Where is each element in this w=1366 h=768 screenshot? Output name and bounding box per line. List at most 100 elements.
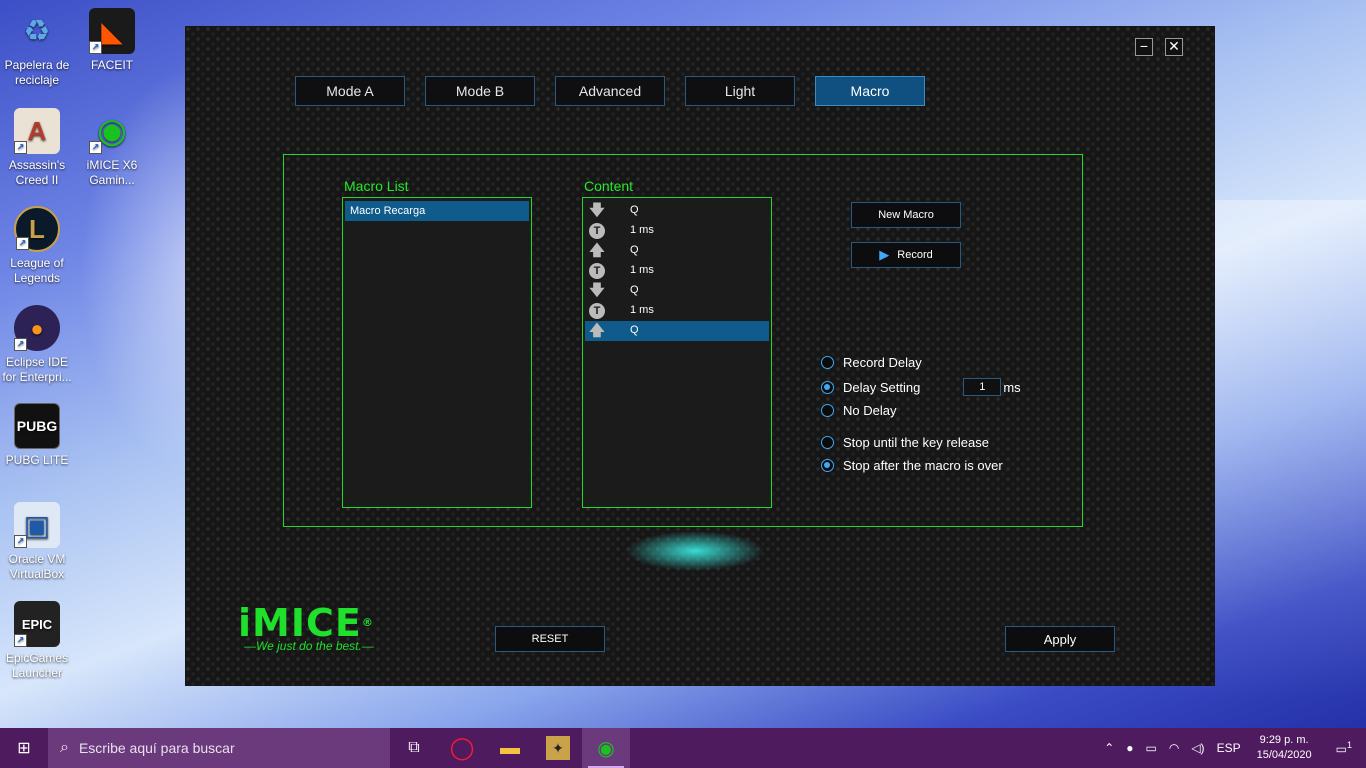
record-delay-option[interactable]: Record Delay xyxy=(821,355,922,370)
content-value: Q xyxy=(630,244,639,256)
timer-icon: T xyxy=(589,223,605,239)
content-row[interactable]: 🡇 Q xyxy=(585,281,769,301)
search-icon: ⌕ xyxy=(60,739,69,756)
delay-value-input[interactable]: 1 xyxy=(963,378,1002,396)
notification-icon[interactable]: ▭1 xyxy=(1336,740,1352,756)
play-icon: ▶ xyxy=(879,247,890,262)
recycle-bin-icon: ♻ xyxy=(23,14,51,48)
shortcut-arrow-icon: ↗ xyxy=(14,338,27,351)
desktop-icon-label: Eclipse IDE for Enterpri... xyxy=(2,355,72,384)
content-list[interactable]: 🡇 Q T 1 ms 🡅 Q T 1 ms 🡇 Q T 1 ms 🡅 Q xyxy=(582,197,772,508)
pubg-lite-icon: PUBG xyxy=(14,403,60,449)
no-delay-option[interactable]: No Delay xyxy=(821,403,896,418)
windows-icon: ⊞ xyxy=(17,740,31,757)
taskbar-app-opera[interactable]: ◯ xyxy=(438,728,486,768)
tab-macro[interactable]: Macro xyxy=(815,76,925,106)
content-value: 1 ms xyxy=(630,304,654,316)
arrow-up-icon: 🡅 xyxy=(589,322,605,339)
radio-label: Stop until the key release xyxy=(843,435,989,450)
desktop-icon-label: Oracle VM VirtualBox xyxy=(8,552,66,581)
language-indicator[interactable]: ESP xyxy=(1217,741,1241,755)
desktop-icon-virtualbox[interactable]: ▣ ↗ Oracle VM VirtualBox xyxy=(0,502,74,582)
stop-after-macro-option[interactable]: Stop after the macro is over xyxy=(821,458,1003,473)
content-value: Q xyxy=(630,324,639,336)
epic-games-icon: EPIC ↗ xyxy=(14,601,60,647)
minimize-button[interactable]: − xyxy=(1135,38,1153,56)
desktop-icon-label: iMICE X6 Gamin... xyxy=(86,158,138,187)
folder-icon: ▬ xyxy=(500,736,520,759)
desktop-icon-pubg-lite[interactable]: PUBG PUBG LITE xyxy=(0,403,74,468)
radio-delay-setting[interactable] xyxy=(821,380,834,394)
radio-stop-key-release[interactable] xyxy=(821,436,834,449)
content-value: Q xyxy=(630,284,639,296)
battery-icon[interactable]: ▭ xyxy=(1146,741,1157,755)
content-row[interactable]: T 1 ms xyxy=(585,261,769,281)
tab-mode-b[interactable]: Mode B xyxy=(425,76,535,106)
desktop-icon-label: FACEIT xyxy=(90,58,133,72)
microphone-icon[interactable]: ● xyxy=(1126,741,1133,755)
list-item[interactable]: Macro Recarga xyxy=(345,201,529,221)
imice-logo: iMICE® —We just do the best.— xyxy=(238,603,374,653)
macro-list[interactable]: Macro Recarga xyxy=(342,197,532,508)
chevron-up-icon[interactable]: ⌃ xyxy=(1104,741,1114,755)
apply-button[interactable]: Apply xyxy=(1005,626,1115,652)
faceit-icon: ◣ ↗ xyxy=(89,8,135,54)
shortcut-arrow-icon: ↗ xyxy=(14,141,27,154)
radio-no-delay[interactable] xyxy=(821,404,834,417)
logo-registered: ® xyxy=(361,616,374,629)
timer-icon: T xyxy=(589,263,605,279)
taskbar-app-counter-strike[interactable]: ✦ xyxy=(534,728,582,768)
content-row-selected[interactable]: 🡅 Q xyxy=(585,321,769,341)
radio-label: Stop after the macro is over xyxy=(843,458,1003,473)
imice-icon: ◉ ↗ xyxy=(89,108,135,154)
eclipse-icon: ● ↗ xyxy=(14,305,60,351)
tab-mode-a[interactable]: Mode A xyxy=(295,76,405,106)
reset-button[interactable]: RESET xyxy=(495,626,605,652)
task-view-icon: ⧉ xyxy=(408,739,420,756)
desktop-icon-eclipse[interactable]: ● ↗ Eclipse IDE for Enterpri... xyxy=(0,305,74,385)
task-view-button[interactable]: ⧉ xyxy=(390,728,438,768)
delay-unit-label: ms xyxy=(1003,379,1021,395)
record-button-label: Record xyxy=(897,249,933,261)
radio-label: Record Delay xyxy=(843,355,922,370)
desktop-icon-assassins-creed[interactable]: A ↗ Assassin's Creed II xyxy=(0,108,74,188)
opera-icon: ◯ xyxy=(449,735,475,760)
content-row[interactable]: 🡅 Q xyxy=(585,241,769,261)
content-value: 1 ms xyxy=(630,264,654,276)
close-button[interactable]: ✕ xyxy=(1165,38,1183,56)
clock[interactable]: 9:29 p. m. 15/04/2020 xyxy=(1257,733,1312,763)
macro-list-title: Macro List xyxy=(344,178,409,194)
stop-key-release-option[interactable]: Stop until the key release xyxy=(821,435,989,450)
wifi-icon[interactable]: ◠ xyxy=(1169,741,1179,755)
delay-setting-option[interactable]: Delay Setting 1 ms xyxy=(821,378,1021,396)
desktop-icon-epic-games[interactable]: EPIC ↗ EpicGames Launcher xyxy=(0,601,74,681)
taskbar-app-imice[interactable]: ◉ xyxy=(582,728,630,768)
content-row[interactable]: 🡇 Q xyxy=(585,201,769,221)
tab-light[interactable]: Light xyxy=(685,76,795,106)
record-button[interactable]: ▶ Record xyxy=(851,242,961,268)
shortcut-arrow-icon: ↗ xyxy=(89,141,102,154)
start-button[interactable]: ⊞ xyxy=(0,728,48,768)
desktop-icon-recycle-bin[interactable]: ♻ Papelera de reciclaje xyxy=(0,8,74,88)
notification-count: 1 xyxy=(1346,740,1352,750)
imice-icon: ◉ xyxy=(597,737,615,760)
desktop-icon-faceit[interactable]: ◣ ↗ FACEIT xyxy=(75,8,149,73)
search-box[interactable]: ⌕ Escribe aquí para buscar xyxy=(48,728,390,768)
tab-advanced[interactable]: Advanced xyxy=(555,76,665,106)
radio-record-delay[interactable] xyxy=(821,356,834,369)
desktop-icon-label: League of Legends xyxy=(10,256,64,285)
new-macro-button[interactable]: New Macro xyxy=(851,202,961,228)
taskbar: ⊞ ⌕ Escribe aquí para buscar ⧉ ◯ ▬ ✦ ◉ ⌃… xyxy=(0,728,1366,768)
desktop-icon-league-of-legends[interactable]: L ↗ League of Legends xyxy=(0,206,74,286)
volume-icon[interactable]: ◁) xyxy=(1191,741,1204,755)
logo-tagline: —We just do the best.— xyxy=(244,639,374,653)
content-row[interactable]: T 1 ms xyxy=(585,221,769,241)
content-row[interactable]: T 1 ms xyxy=(585,301,769,321)
clock-time: 9:29 p. m. xyxy=(1259,734,1309,746)
imice-app-window: − ✕ Mode A Mode B Advanced Light Macro M… xyxy=(185,26,1215,686)
radio-stop-after-macro[interactable] xyxy=(821,459,834,472)
content-value: 1 ms xyxy=(630,224,654,236)
radio-label: No Delay xyxy=(843,403,897,418)
taskbar-app-file-explorer[interactable]: ▬ xyxy=(486,728,534,768)
desktop-icon-imice[interactable]: ◉ ↗ iMICE X6 Gamin... xyxy=(75,108,149,188)
